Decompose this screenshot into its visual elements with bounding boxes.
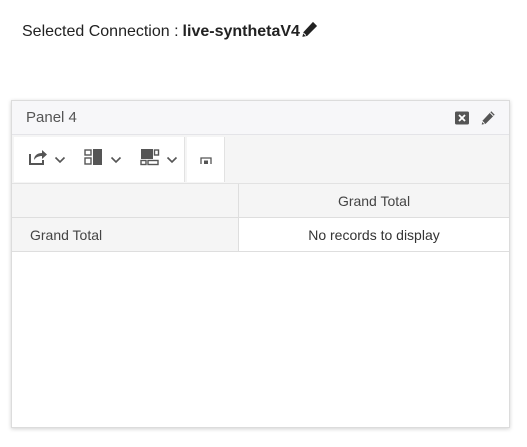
fit-icon — [199, 152, 212, 170]
chevron-down-icon — [54, 151, 66, 169]
panel-actions — [454, 110, 496, 126]
empty-message: No records to display — [238, 217, 509, 252]
panel: Panel 4 Grand Total Grand Total No recor… — [11, 100, 510, 428]
close-box-icon[interactable] — [454, 110, 470, 126]
fit-button[interactable] — [187, 137, 225, 182]
connection-info: Selected Connection : live-synthetaV4 — [22, 21, 318, 43]
row-layout-button[interactable] — [140, 148, 178, 171]
panel-header: Panel 4 — [12, 101, 509, 135]
chevron-down-icon — [110, 151, 122, 169]
column-layout-icon — [84, 148, 104, 171]
grid-header-row: Grand Total — [12, 184, 509, 218]
row-header-grand-total: Grand Total — [12, 217, 239, 252]
panel-title: Panel 4 — [26, 109, 77, 126]
column-header-grand-total: Grand Total — [238, 184, 509, 218]
export-icon — [28, 148, 48, 171]
toolbar — [12, 135, 509, 184]
export-button[interactable] — [28, 148, 66, 171]
connection-name: live-synthetaV4 — [182, 23, 300, 40]
column-layout-button[interactable] — [84, 148, 122, 171]
pencil-icon[interactable] — [480, 110, 496, 126]
pencil-icon[interactable] — [301, 21, 318, 43]
chevron-down-icon — [166, 151, 178, 169]
row-layout-icon — [140, 148, 160, 171]
table-row: Grand Total No records to display — [12, 217, 509, 252]
pivot-grid: Grand Total Grand Total No records to di… — [12, 184, 509, 252]
grid-corner-cell — [12, 184, 239, 218]
toolbar-button-group — [14, 137, 185, 182]
connection-label: Selected Connection : — [22, 23, 179, 40]
